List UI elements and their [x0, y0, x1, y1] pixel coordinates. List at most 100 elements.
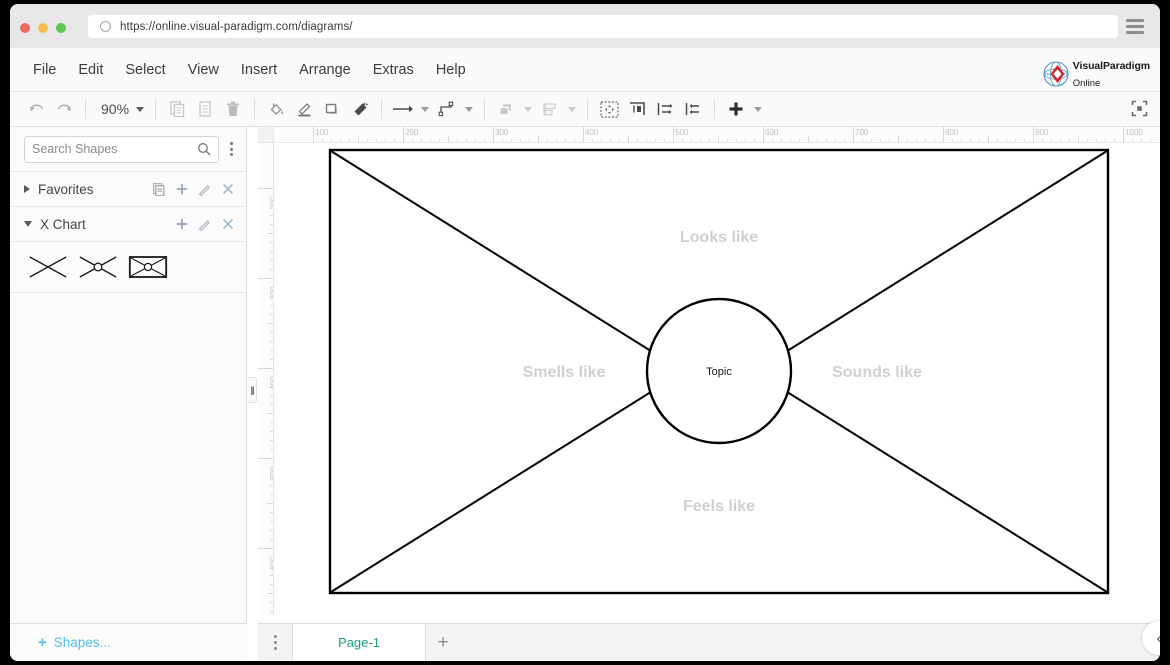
favorites-edit-pencil-icon[interactable] — [198, 183, 211, 196]
ruler-tick — [673, 127, 674, 142]
page-tabs-bar: Page-1 + ‹ — [258, 621, 1160, 661]
search-shapes-box[interactable] — [24, 135, 219, 163]
paste-button[interactable] — [191, 95, 219, 123]
chevron-down-icon[interactable] — [24, 221, 32, 227]
ruler-tick — [808, 136, 809, 142]
distribute-horizontal-icon — [657, 103, 673, 115]
redo-button[interactable] — [50, 95, 78, 123]
copy-button[interactable] — [163, 95, 191, 123]
vertical-ruler[interactable]: 200 300 400 500 600 — [258, 143, 274, 615]
menu-extras[interactable]: Extras — [362, 58, 425, 82]
page-tab-page-1[interactable]: Page-1 — [292, 624, 426, 661]
fullscreen-expand-icon — [1131, 100, 1148, 117]
sidebar-group-favorites[interactable]: Favorites — [10, 171, 246, 206]
connection-style-button[interactable] — [389, 95, 417, 123]
more-shapes-button[interactable]: + Shapes... — [10, 623, 247, 661]
x-chart-add-plus-icon[interactable] — [175, 218, 188, 231]
search-input[interactable] — [32, 142, 197, 156]
close-window-button[interactable] — [20, 23, 30, 33]
favorites-copy-page-icon[interactable] — [152, 182, 165, 196]
minimize-window-button[interactable] — [38, 23, 48, 33]
x-cross-shape[interactable] — [28, 254, 68, 280]
more-shapes-plus-icon: + — [38, 634, 47, 651]
distribute-vertical-button[interactable] — [679, 95, 707, 123]
menu-arrange[interactable]: Arrange — [288, 58, 362, 82]
distribute-vertical-icon — [685, 103, 700, 115]
ruler-tick — [258, 278, 273, 279]
x-cross-with-circle-shape[interactable] — [78, 254, 118, 280]
ruler-tick — [267, 503, 273, 504]
add-page-plus-icon[interactable]: + — [426, 624, 460, 661]
menu-view[interactable]: View — [177, 58, 230, 82]
waypoints-chevron-down-icon[interactable] — [465, 106, 474, 112]
fill-color-button[interactable] — [262, 95, 290, 123]
visual-paradigm-logo[interactable]: VisualParadigm Online — [1043, 57, 1150, 91]
ruler-tick — [403, 127, 404, 142]
ruler-h-label: 600 — [765, 128, 779, 137]
search-icon[interactable] — [197, 142, 211, 156]
browser-chrome: https://online.visual-paradigm.com/diagr… — [10, 4, 1160, 48]
distribute-horizontal-button[interactable] — [651, 95, 679, 123]
connection-style-chevron-down-icon[interactable] — [421, 106, 430, 112]
zoom-dropdown-chevron-down-icon[interactable] — [136, 106, 145, 112]
maximize-window-button[interactable] — [56, 23, 66, 33]
collapse-panel-chevron-left-icon[interactable]: ‹ — [1142, 621, 1160, 655]
waypoints-button[interactable] — [433, 95, 461, 123]
visual-paradigm-globe-logo — [1043, 61, 1069, 87]
ruler-h-label: 400 — [585, 128, 599, 137]
insert-button[interactable] — [722, 95, 750, 123]
reload-circle-icon[interactable] — [100, 21, 111, 32]
redo-arrow-icon — [57, 103, 71, 111]
x-chart-shape-palette — [10, 241, 246, 293]
sidebar-resize-handle[interactable]: || — [248, 377, 257, 403]
ruler-tick — [583, 127, 584, 142]
x-chart-boxed-shape[interactable] — [128, 254, 168, 280]
arrange-order-button[interactable] — [492, 95, 520, 123]
horizontal-ruler[interactable]: 100 200 300 400 500 600 700 800 900 1000 — [258, 127, 1160, 143]
zoom-level-label[interactable]: 90% — [93, 101, 132, 117]
application-menubar: File Edit Select View Insert Arrange Ext… — [10, 48, 1160, 92]
chevron-right-icon[interactable] — [24, 185, 30, 193]
fit-page-button[interactable] — [595, 95, 623, 123]
format-painter-button[interactable] — [346, 95, 374, 123]
ruler-tick — [448, 136, 449, 142]
distribute-chevron-down-icon[interactable] — [568, 106, 577, 112]
insert-chevron-down-icon[interactable] — [754, 106, 763, 112]
hamburger-menu-icon[interactable] — [1126, 19, 1144, 34]
menu-select[interactable]: Select — [114, 58, 176, 82]
quadrant-label-right: Sounds like — [832, 364, 922, 381]
ruler-tick — [267, 413, 273, 414]
favorites-add-plus-icon[interactable] — [175, 183, 188, 196]
shapes-options-kebab-menu-icon[interactable] — [222, 142, 240, 156]
menu-file[interactable]: File — [22, 58, 67, 82]
arrange-order-chevron-down-icon[interactable] — [524, 106, 533, 112]
fullscreen-button[interactable] — [1131, 100, 1148, 117]
window-traffic-lights — [20, 23, 66, 33]
menu-help[interactable]: Help — [425, 58, 477, 82]
align-objects-icon — [543, 102, 556, 115]
diagram-canvas[interactable]: Topic Looks like Smells like Sounds like… — [274, 143, 1160, 615]
x-chart-edit-pencil-icon[interactable] — [198, 218, 211, 231]
undo-arrow-icon — [29, 103, 43, 111]
undo-button[interactable] — [22, 95, 50, 123]
address-bar-url: https://online.visual-paradigm.com/diagr… — [120, 20, 353, 33]
insert-page-break-button[interactable] — [623, 95, 651, 123]
square-shadow-icon — [325, 103, 337, 114]
sidebar-group-x-chart[interactable]: X Chart — [10, 206, 246, 241]
menu-insert[interactable]: Insert — [230, 58, 288, 82]
ruler-tick — [1078, 136, 1079, 142]
pencil-line-icon — [298, 102, 311, 116]
bring-to-front-icon — [499, 103, 511, 115]
address-bar[interactable]: https://online.visual-paradigm.com/diagr… — [88, 15, 1118, 38]
ruler-tick — [898, 136, 899, 142]
favorites-close-x-icon[interactable] — [221, 183, 234, 196]
x-chart-close-x-icon[interactable] — [221, 218, 234, 231]
line-color-button[interactable] — [290, 95, 318, 123]
delete-button[interactable] — [219, 95, 247, 123]
ruler-tick — [258, 548, 273, 549]
menu-edit[interactable]: Edit — [67, 58, 114, 82]
x-chart-diagram[interactable]: Topic Looks like Smells like Sounds like… — [274, 143, 1160, 615]
shadow-button[interactable] — [318, 95, 346, 123]
pages-kebab-menu-icon[interactable] — [258, 635, 292, 650]
distribute-button[interactable] — [536, 95, 564, 123]
